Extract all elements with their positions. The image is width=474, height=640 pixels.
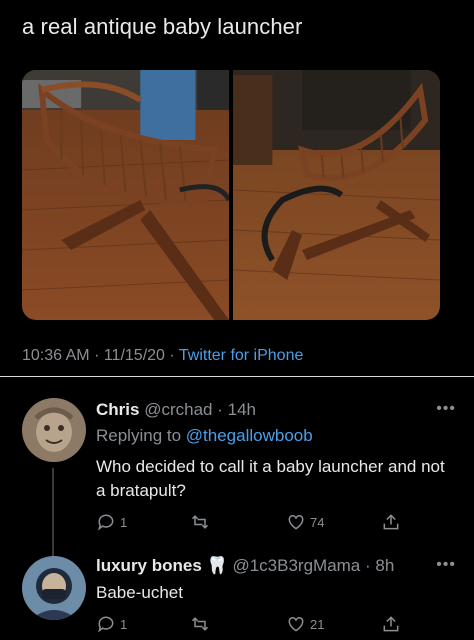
heart-icon	[288, 616, 304, 632]
tooth-emoji: 🦷	[206, 556, 228, 575]
action-bar: 1 74	[96, 512, 416, 534]
share-icon	[383, 514, 399, 530]
action-bar: 1 21	[96, 614, 416, 636]
meta-separator: ·	[94, 347, 100, 364]
antique-cradle-photo-2[interactable]	[233, 70, 440, 320]
share-icon	[383, 616, 399, 632]
reply-button[interactable]: 1	[96, 614, 127, 634]
reply-tweet[interactable]: luxury bones 🦷 @1c3B3rgMama · 8h ••• Bab…	[0, 536, 474, 640]
reply-header: luxury bones 🦷 @1c3B3rgMama · 8h	[96, 556, 394, 576]
replying-to: Replying to @thegallowboob	[96, 426, 313, 446]
reply-time[interactable]: 8h	[375, 556, 394, 575]
share-button[interactable]	[381, 614, 401, 634]
reply-text: Who decided to call it a baby launcher a…	[96, 457, 445, 500]
reply-count: 1	[120, 616, 128, 632]
heart-icon	[288, 514, 304, 530]
separator: ·	[217, 400, 223, 419]
reply-count: 1	[120, 514, 128, 530]
user-handle[interactable]: @crchad	[144, 400, 212, 419]
tweet-date: 11/15/20	[103, 347, 165, 364]
tweet-time: 10:36 AM	[22, 347, 90, 364]
tweet-text: a real antique baby launcher	[22, 14, 303, 39]
like-count: 74	[310, 514, 325, 530]
avatar[interactable]	[22, 556, 86, 620]
speech-bubble-icon	[98, 616, 114, 633]
more-options-icon[interactable]: •••	[436, 556, 456, 574]
mention-link[interactable]: @thegallowboob	[186, 426, 313, 445]
reply-time[interactable]: 14h	[228, 400, 256, 419]
replying-to-label: Replying to	[96, 426, 182, 445]
like-button[interactable]: 74	[286, 512, 324, 532]
reply-tweet[interactable]: Chris @crchad · 14h ••• Replying to @the…	[0, 376, 474, 568]
retweet-button[interactable]	[190, 614, 214, 634]
retweet-icon	[191, 617, 209, 631]
user-handle[interactable]: @1c3B3rgMama	[232, 556, 360, 575]
reply-header: Chris @crchad · 14h	[96, 400, 256, 420]
antique-cradle-photo-1[interactable]	[22, 70, 229, 320]
separator: ·	[365, 556, 371, 575]
retweet-button[interactable]	[190, 512, 214, 532]
retweet-icon	[191, 515, 209, 529]
avatar[interactable]	[22, 398, 86, 462]
speech-bubble-icon	[98, 514, 114, 531]
reply-button[interactable]: 1	[96, 512, 127, 532]
display-name[interactable]: Chris	[96, 400, 139, 419]
meta-separator: ·	[169, 347, 175, 364]
display-name[interactable]: luxury bones	[96, 556, 202, 575]
tweet-source-link[interactable]: Twitter for iPhone	[179, 347, 304, 364]
like-button[interactable]: 21	[286, 614, 324, 634]
more-options-icon[interactable]: •••	[436, 400, 456, 418]
like-count: 21	[310, 616, 325, 632]
share-button[interactable]	[381, 512, 401, 532]
reply-text: Babe-uchet	[96, 583, 183, 602]
tweet-media[interactable]	[22, 70, 440, 320]
tweet-meta: 10:36 AM · 11/15/20 · Twitter for iPhone	[22, 347, 303, 365]
